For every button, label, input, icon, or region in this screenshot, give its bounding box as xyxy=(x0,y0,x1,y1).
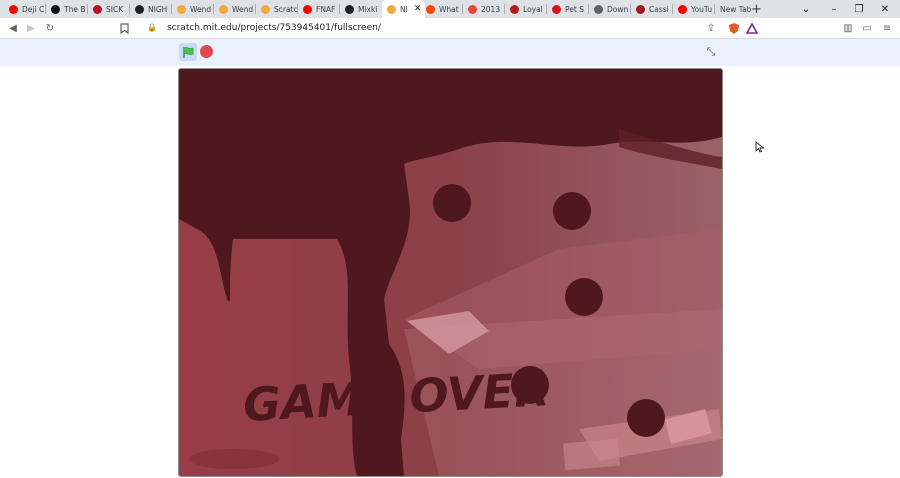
tab-label: Down xyxy=(607,4,629,14)
stop-icon[interactable] xyxy=(200,45,213,58)
url-text: scratch.mit.edu/projects/753945401/fulls… xyxy=(166,22,381,33)
tab-9[interactable]: NI ✕ xyxy=(382,0,425,18)
tab-12[interactable]: Loyal xyxy=(505,0,551,18)
red-circle-icon xyxy=(636,4,645,14)
red-circle-icon xyxy=(510,4,519,14)
tab-label: Wend xyxy=(190,4,212,14)
lock-icon: 🔒 xyxy=(147,23,157,32)
tab-label: New Tab xyxy=(720,4,752,14)
tab-2[interactable]: SICK xyxy=(88,0,134,18)
tab-label: Scratc xyxy=(274,4,298,14)
back-icon[interactable]: ◀ xyxy=(5,20,21,36)
maximize-icon[interactable]: ❐ xyxy=(847,0,871,18)
tab-14[interactable]: Down xyxy=(589,0,635,18)
brave-shield-icon[interactable] xyxy=(726,20,742,36)
tab-8[interactable]: Mixki xyxy=(340,0,386,18)
tab-label: 2013 xyxy=(481,4,501,14)
tab-strip: Deji C The B SICK NIGH Wend Wend Scratc FNAF Mix… xyxy=(0,0,900,18)
tiktok-icon xyxy=(51,4,60,14)
address-bar[interactable]: 🔒 scratch.mit.edu/projects/753945401/ful… xyxy=(133,19,723,36)
game-over-scene: GAME OVER xyxy=(179,69,722,476)
tab-label: NIGH xyxy=(148,4,168,14)
reload-icon[interactable]: ↻ xyxy=(42,20,58,36)
sidebar-icon[interactable]: ▥ xyxy=(840,20,856,36)
tab-11[interactable]: 2013 xyxy=(463,0,509,18)
bookmark-icon[interactable] xyxy=(116,20,132,36)
bookmark-icon xyxy=(261,4,270,14)
tab-label: SICK xyxy=(106,4,124,14)
game-stage[interactable]: GAME OVER xyxy=(178,68,723,477)
share-icon[interactable]: ⇪ xyxy=(703,20,719,36)
tab-label: NI xyxy=(400,4,408,14)
tab-10[interactable]: What xyxy=(421,0,467,18)
tab-label: Deji C xyxy=(22,4,45,14)
tab-label: Wend xyxy=(232,4,254,14)
circle-icon xyxy=(345,4,354,14)
green-flag-icon[interactable] xyxy=(179,43,197,61)
tab-15[interactable]: Cassi xyxy=(631,0,677,18)
forward-icon: ▶ xyxy=(27,22,35,34)
minimize-icon[interactable]: – xyxy=(822,0,846,18)
reddit-icon xyxy=(426,4,435,14)
tab-1[interactable]: The B xyxy=(46,0,92,18)
tab-7[interactable]: FNAF xyxy=(298,0,344,18)
tab-label: What xyxy=(439,4,459,14)
tab-label: The B xyxy=(64,4,86,14)
tab-label: Loyal xyxy=(523,4,543,14)
tab-6[interactable]: Scratc xyxy=(256,0,302,18)
tab-label: Pet S xyxy=(565,4,584,14)
tab-0[interactable]: Deji C xyxy=(4,0,50,18)
tab-13[interactable]: Pet S xyxy=(547,0,593,18)
tab-5[interactable]: Wend xyxy=(214,0,260,18)
close-window-icon[interactable]: ✕ xyxy=(873,0,897,18)
new-tab-icon[interactable]: + xyxy=(751,0,765,18)
logo-icon xyxy=(135,4,144,14)
scratch-stage-header: ⤡ xyxy=(0,39,900,66)
tab-label: YouTu xyxy=(691,4,713,14)
tab-label: Cassi xyxy=(649,4,669,14)
exit-fullscreen-icon[interactable]: ⤡ xyxy=(703,44,719,60)
rewards-icon[interactable] xyxy=(744,20,760,36)
youtube-icon xyxy=(678,4,687,14)
download-icon xyxy=(594,4,603,14)
square-icon xyxy=(552,4,561,14)
red-circle-icon xyxy=(93,4,102,14)
mouse-cursor-icon xyxy=(755,141,765,153)
menu-icon[interactable]: ≡ xyxy=(879,20,895,36)
bookmark-icon xyxy=(219,4,228,14)
browser-toolbar: ◀ ▶ ↻ 🔒 scratch.mit.edu/projects/7539454… xyxy=(0,18,900,39)
wallet-icon[interactable]: ▭ xyxy=(859,20,875,36)
tab-label: Mixki xyxy=(358,4,378,14)
tab-16[interactable]: YouTu xyxy=(673,0,719,18)
tab-label: FNAF xyxy=(316,4,336,14)
tab-search-icon[interactable]: ⌄ xyxy=(794,0,818,18)
bookmark-icon xyxy=(387,4,396,14)
youtube-icon xyxy=(9,4,18,14)
youtube-icon xyxy=(303,4,312,14)
tab-3[interactable]: NIGH xyxy=(130,0,176,18)
target-icon xyxy=(468,4,477,14)
tab-4[interactable]: Wend xyxy=(172,0,218,18)
bookmark-icon xyxy=(177,4,186,14)
